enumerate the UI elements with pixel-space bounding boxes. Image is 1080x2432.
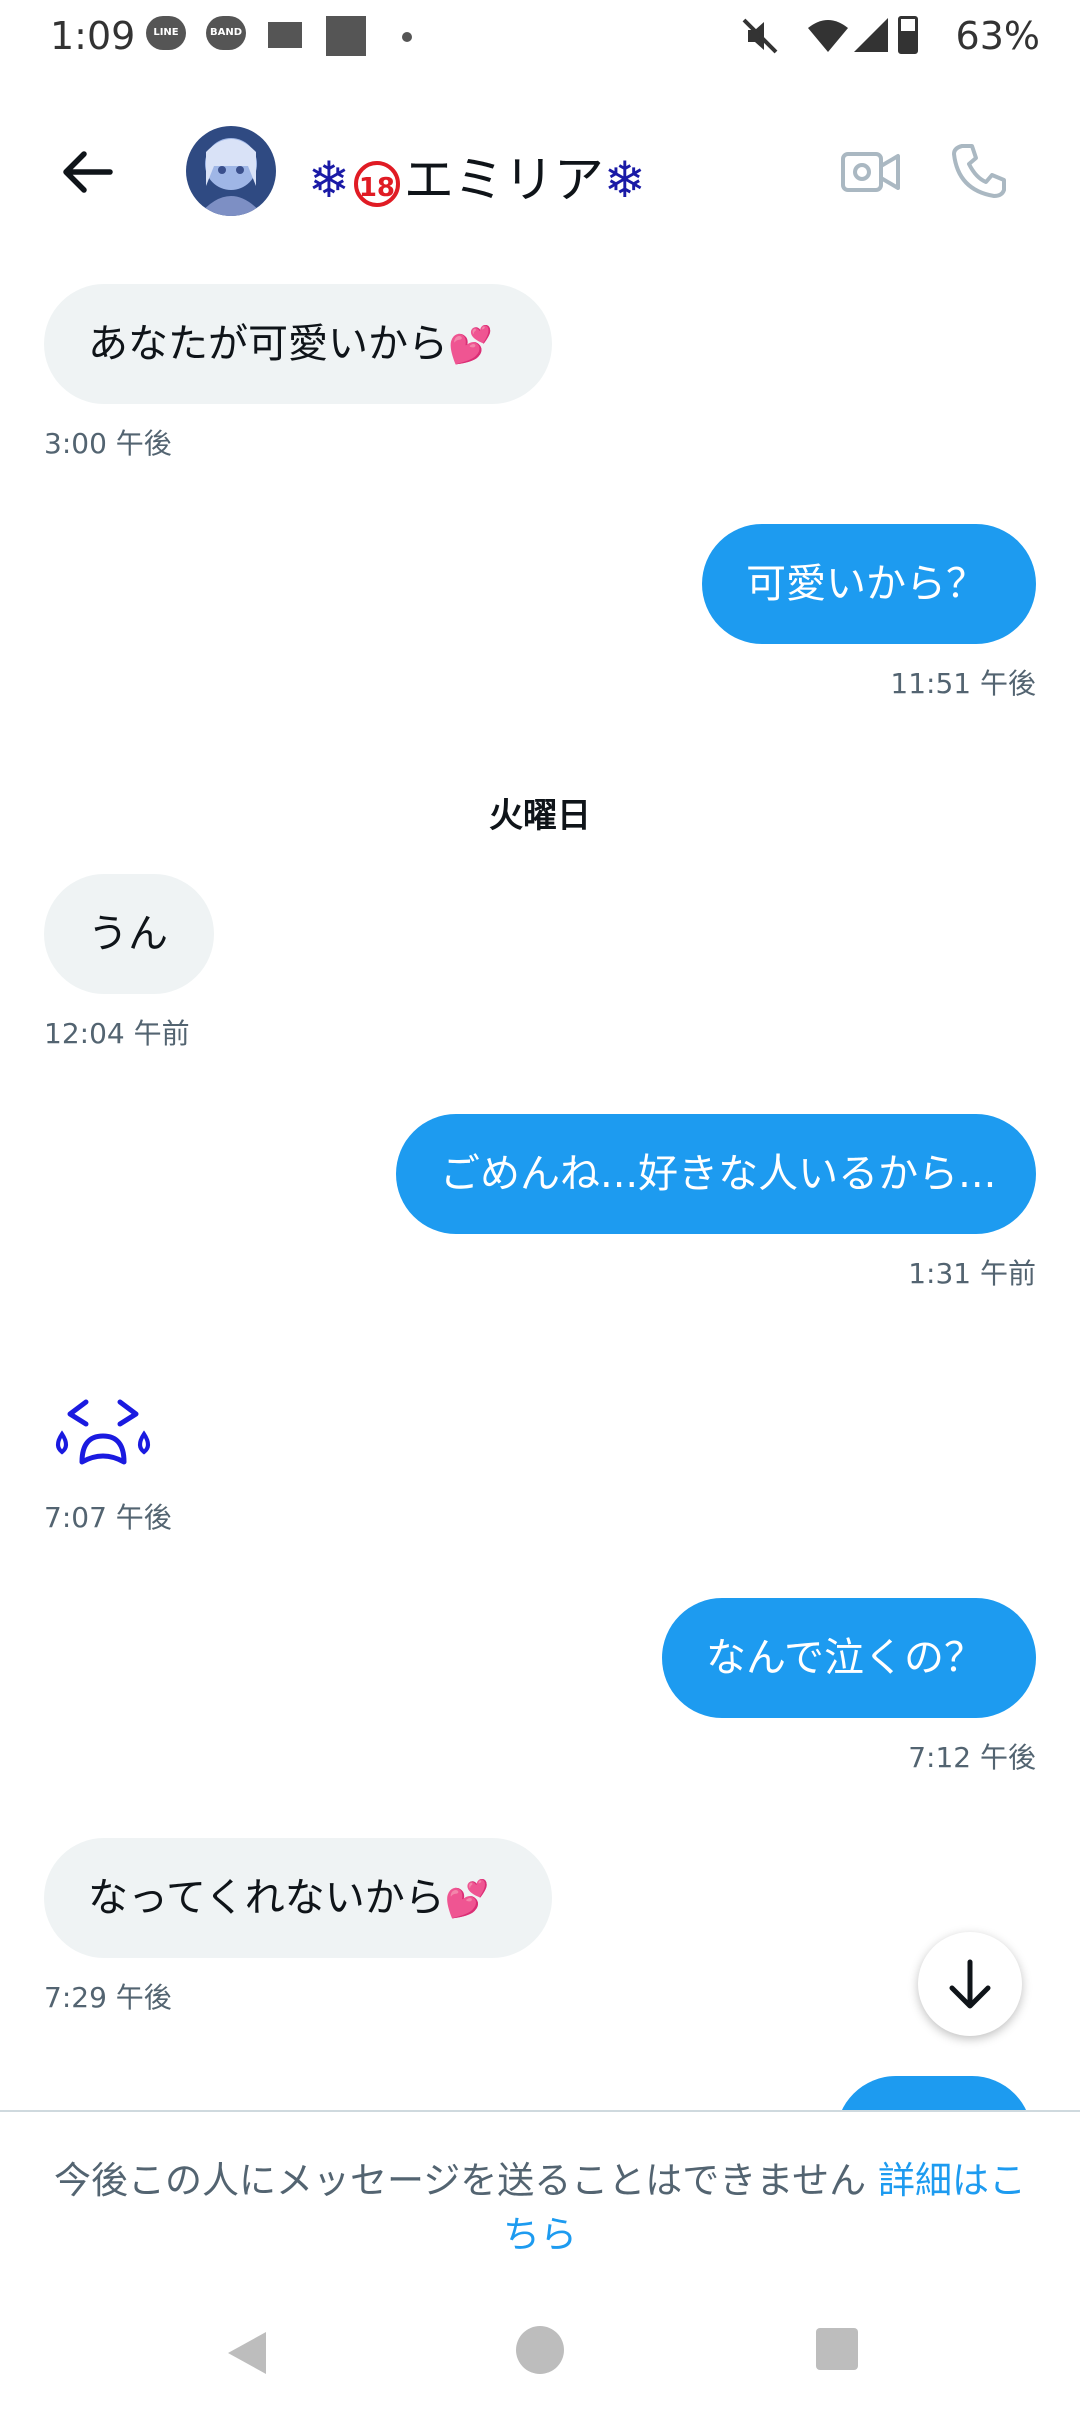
more-notifications-dot	[402, 32, 412, 42]
message-timestamp: 7:07 午後	[44, 1501, 172, 1534]
two-hearts-icon: 💕	[444, 1879, 490, 1920]
message-timestamp: 7:12 午後	[908, 1741, 1036, 1774]
nav-recents-button[interactable]	[816, 2328, 858, 2370]
adult-18-badge: 18	[353, 160, 400, 207]
message-timestamp: 11:51 午後	[890, 667, 1036, 700]
wifi-icon	[808, 20, 848, 52]
message-timestamp: 3:00 午後	[44, 427, 172, 460]
status-bar: 1:09 LINE BAND 63%	[0, 0, 1080, 72]
notice-message: 今後この人にメッセージを送ることはできません	[54, 2159, 878, 2202]
crying-face-emoji[interactable]	[48, 1390, 158, 1480]
conversation-header: ❄ 18 エミリア❄	[0, 100, 1080, 240]
line-notification-icon: LINE	[146, 16, 186, 50]
message-text: なんで泣くの？	[706, 1635, 984, 1681]
message-timestamp: 7:29 午後	[44, 1981, 172, 2014]
message-timestamp: 1:31 午前	[908, 1257, 1036, 1290]
message-bubble-outgoing[interactable]: ごめんね...好きな人いるから...	[396, 1114, 1036, 1234]
phone-call-icon[interactable]	[948, 140, 1008, 200]
scroll-to-bottom-button[interactable]	[918, 1932, 1022, 2036]
snowflake-icon: ❄	[308, 151, 350, 209]
message-bubble-outgoing[interactable]: 可愛いから？	[702, 524, 1036, 644]
system-navigation-bar	[0, 2288, 1080, 2432]
mail-icon	[268, 22, 302, 48]
message-bubble-incoming[interactable]: うん	[44, 874, 214, 994]
message-text: ごめんね...好きな人いるから...	[440, 1151, 997, 1197]
avatar-image	[186, 126, 276, 216]
band-notification-icon: BAND	[206, 16, 246, 50]
nav-home-button[interactable]	[516, 2326, 564, 2374]
battery-fill	[901, 30, 915, 51]
two-hearts-icon: 💕	[448, 325, 493, 366]
battery-icon	[898, 16, 918, 54]
video-call-icon[interactable]	[840, 144, 902, 200]
avatar[interactable]	[186, 126, 276, 216]
image-notification-icon	[326, 16, 366, 56]
nav-back-icon[interactable]	[222, 2328, 272, 2378]
message-timestamp: 12:04 午前	[44, 1017, 190, 1050]
back-arrow-icon[interactable]	[58, 142, 118, 202]
mute-icon	[742, 18, 778, 54]
message-text: なってくれないから	[88, 1875, 445, 1921]
battery-percentage: 63%	[955, 14, 1040, 58]
conversation-title: ❄ 18 エミリア❄	[308, 140, 646, 212]
message-text: うん	[88, 911, 168, 957]
arrow-down-icon	[949, 1959, 991, 2009]
message-bubble-incoming[interactable]: あなたが可愛いから💕	[44, 284, 552, 404]
status-time: 1:09	[50, 14, 136, 58]
message-bubble-incoming[interactable]: なってくれないから💕	[44, 1838, 552, 1958]
message-text: 可愛いから？	[746, 561, 986, 607]
day-separator: 火曜日	[489, 796, 591, 836]
snowflake-icon: ❄	[603, 151, 646, 209]
message-text: あなたが可愛いから	[88, 321, 448, 367]
contact-name: エミリア	[403, 151, 604, 209]
cell-signal-icon	[854, 18, 888, 52]
message-bubble-outgoing[interactable]: なんで泣くの？	[662, 1598, 1036, 1718]
cannot-message-notice: 今後この人にメッセージを送ることはできません 詳細はこちら	[0, 2110, 1080, 2290]
notice-text-block: 今後この人にメッセージを送ることはできません 詳細はこちら	[40, 2154, 1040, 2262]
